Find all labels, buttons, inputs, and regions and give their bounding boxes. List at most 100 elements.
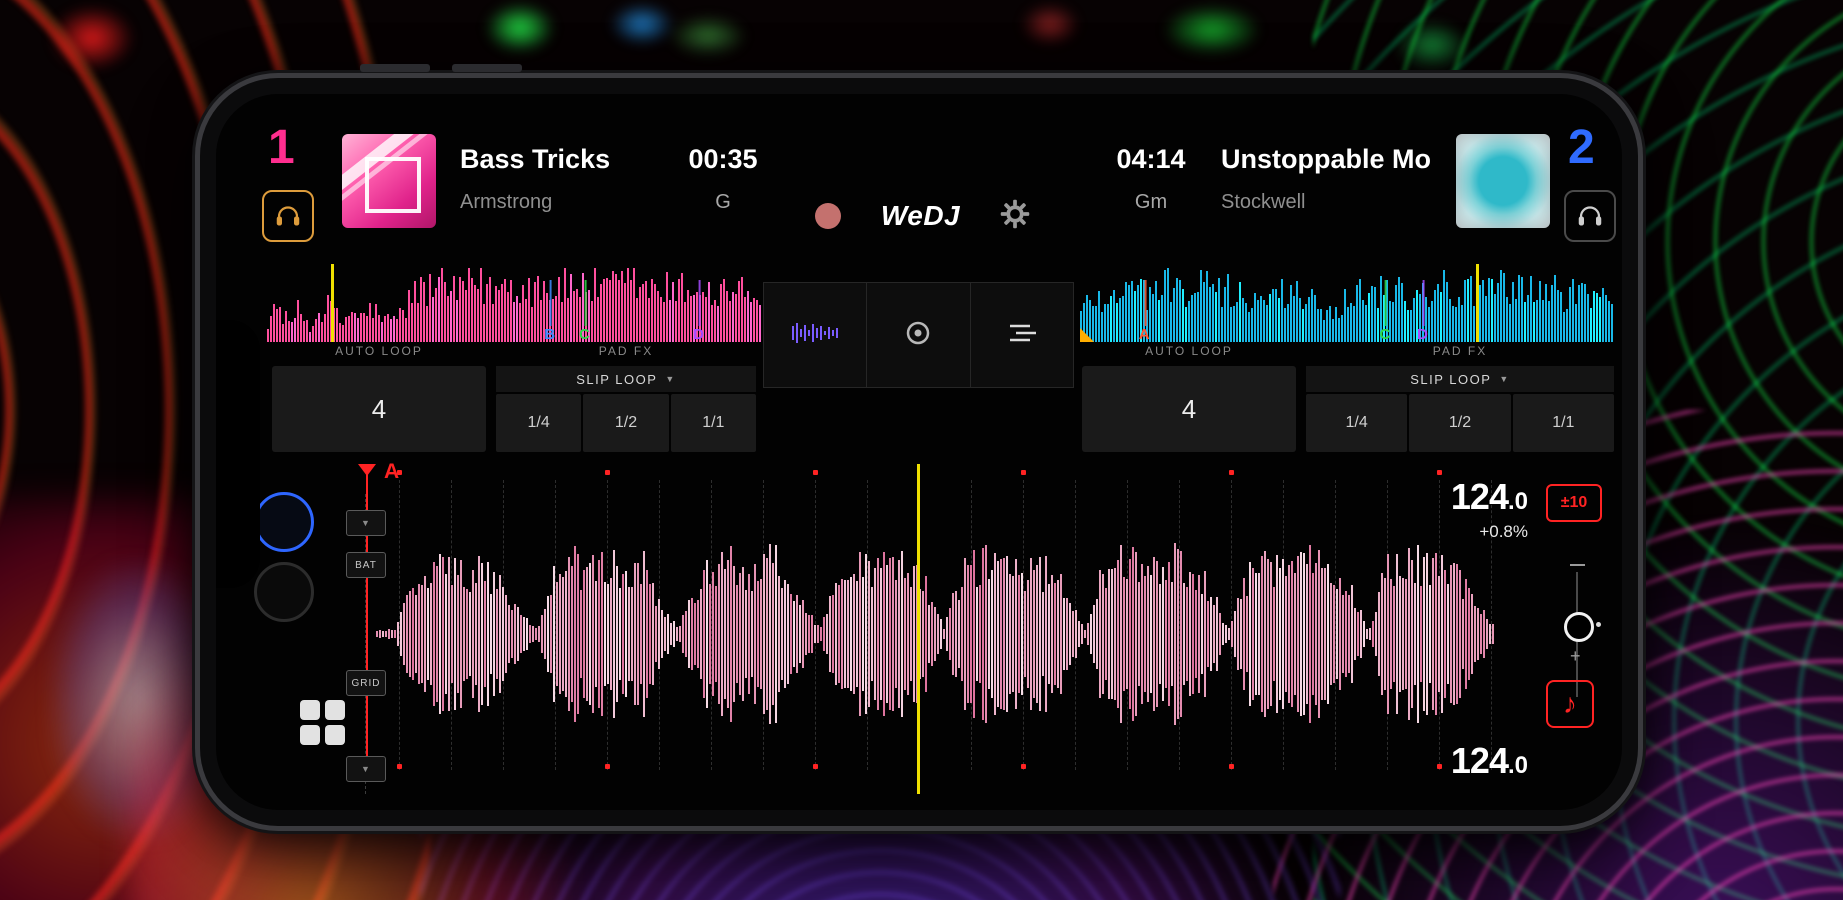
main-wave-bar bbox=[898, 559, 900, 709]
main-wave-bar bbox=[1129, 558, 1131, 710]
deck1-tempo-offset: +0.8% bbox=[1479, 522, 1528, 541]
deck2-slip-loop-selector[interactable]: SLIP LOOP ▼ bbox=[1306, 366, 1614, 392]
main-wave-bar bbox=[853, 573, 855, 695]
overview-wave-bar bbox=[1308, 296, 1310, 342]
deck2-headphone-monitor-button[interactable] bbox=[1564, 190, 1616, 242]
main-wave-bar bbox=[676, 627, 678, 641]
tempo-slider-handle[interactable] bbox=[1564, 612, 1594, 642]
overview-wave-bar bbox=[486, 283, 488, 342]
deck2-pad-fx-label: PAD FX bbox=[1432, 344, 1488, 358]
deck1-loop-quarter-button[interactable]: 1/4 bbox=[496, 394, 582, 452]
fx-filter-button[interactable] bbox=[866, 283, 969, 387]
overview-wave-bar bbox=[324, 314, 326, 342]
overview-wave-bar bbox=[1608, 300, 1610, 342]
main-wave-bar bbox=[559, 574, 561, 694]
deck2-loop-half-button[interactable]: 1/2 bbox=[1409, 394, 1511, 452]
main-wave-bar bbox=[1492, 623, 1494, 645]
overview-wave-bar bbox=[300, 313, 302, 342]
main-wave-bar bbox=[1435, 553, 1437, 715]
main-wave-bar bbox=[790, 593, 792, 675]
tempo-slider-plus-tick: + bbox=[1570, 646, 1581, 666]
main-wave-bar bbox=[1264, 550, 1266, 718]
overview-wave-bar bbox=[633, 268, 635, 342]
deck1-loop-one-button[interactable]: 1/1 bbox=[670, 394, 756, 452]
main-wave-bar bbox=[598, 560, 600, 708]
deck2-artist: Stockwell bbox=[1221, 191, 1306, 213]
overview-wave-bar bbox=[1215, 291, 1217, 342]
deck2-auto-loop-beats-button[interactable]: 4 bbox=[1082, 366, 1296, 452]
overview-wave-bar bbox=[1578, 285, 1580, 342]
deck2-loop-quarter-button[interactable]: 1/4 bbox=[1306, 394, 1408, 452]
fx-slip-button[interactable] bbox=[969, 283, 1073, 387]
overview-wave-bar bbox=[1185, 306, 1187, 342]
overview-wave-bar bbox=[1446, 282, 1448, 342]
main-wave-bar bbox=[1144, 576, 1146, 692]
record-button[interactable] bbox=[815, 203, 841, 229]
main-wave-bar bbox=[943, 628, 945, 640]
deck1-headphone-monitor-button[interactable] bbox=[262, 190, 314, 242]
main-wave-bar bbox=[1003, 558, 1005, 710]
hot-cue-marker-A[interactable]: A bbox=[1139, 280, 1150, 342]
browse-menu-button[interactable] bbox=[300, 700, 346, 746]
main-wave-bar bbox=[613, 550, 615, 718]
beat-marker-dot bbox=[1229, 764, 1234, 769]
deck1-overview-waveform[interactable]: BC D bbox=[267, 264, 763, 342]
hot-cue-marker-C[interactable]: C bbox=[1380, 280, 1390, 342]
deck2-bpm-display: 124.0 bbox=[1451, 740, 1528, 782]
beat-adjust-handle[interactable]: BAT bbox=[346, 552, 386, 578]
overview-wave-bar bbox=[1452, 306, 1454, 342]
deck2-bpm-int: 124 bbox=[1450, 740, 1509, 781]
overview-wave-bar bbox=[711, 304, 713, 342]
deck1-slip-loop-selector[interactable]: SLIP LOOP ▼ bbox=[496, 366, 756, 392]
overview-wave-bar bbox=[1269, 293, 1271, 342]
hot-cue-marker-B[interactable]: B bbox=[544, 280, 555, 342]
deck1-album-art[interactable] bbox=[342, 134, 436, 228]
overview-wave-bar bbox=[1512, 282, 1514, 342]
overview-wave-bar bbox=[732, 292, 734, 342]
fx-waveform-button[interactable] bbox=[764, 283, 866, 387]
deck1-loop-half-button[interactable]: 1/2 bbox=[583, 394, 669, 452]
filter-knob[interactable] bbox=[254, 492, 314, 552]
deck2-loop-one-button[interactable]: 1/1 bbox=[1512, 394, 1614, 452]
main-wave-bar bbox=[403, 602, 405, 666]
overview-wave-bar bbox=[1404, 300, 1406, 342]
overview-wave-bar bbox=[1398, 276, 1400, 342]
overview-wave-bar bbox=[1467, 278, 1469, 342]
album-art-square-motif bbox=[365, 157, 421, 213]
overview-wave-bar bbox=[753, 298, 755, 342]
overview-wave-bar bbox=[642, 283, 644, 342]
main-wave-bar bbox=[1102, 574, 1104, 694]
eq-knob[interactable] bbox=[254, 562, 314, 622]
overview-wave-bar bbox=[507, 291, 509, 342]
main-wave-bar bbox=[907, 572, 909, 696]
main-wave-bar bbox=[874, 567, 876, 701]
overview-wave-bar bbox=[705, 297, 707, 342]
tempo-range-button[interactable]: ±10 bbox=[1546, 484, 1602, 522]
deck1-main-waveform[interactable] bbox=[376, 539, 1496, 729]
main-wave-bar bbox=[697, 600, 699, 668]
deck2-overview-waveform[interactable]: A CD bbox=[1080, 264, 1615, 342]
hot-cue-marker-C[interactable]: C bbox=[579, 280, 590, 342]
overview-wave-bar bbox=[495, 286, 497, 342]
overview-wave-bar bbox=[1332, 318, 1334, 342]
overview-wave-bar bbox=[444, 281, 446, 342]
main-wave-bar bbox=[1096, 598, 1098, 670]
overview-wave-bar bbox=[1338, 318, 1340, 342]
overview-wave-bar bbox=[708, 281, 710, 342]
deck1-main-waveform-zone[interactable]: A bbox=[216, 460, 1622, 804]
settings-gear-icon[interactable] bbox=[1000, 199, 1030, 234]
overview-wave-bar bbox=[1392, 302, 1394, 342]
main-wave-bar bbox=[994, 553, 996, 715]
hot-cue-marker-D[interactable]: D bbox=[1417, 280, 1428, 342]
overview-wave-bar bbox=[438, 277, 440, 342]
hot-cue-marker-D[interactable]: D bbox=[693, 280, 704, 342]
cue-a-label: A bbox=[384, 460, 400, 483]
main-wave-bar bbox=[1372, 621, 1374, 647]
deck1-auto-loop-beats-button[interactable]: 4 bbox=[272, 366, 486, 452]
overview-wave-bar bbox=[1530, 276, 1532, 342]
beat-grid-tool[interactable]: ▼ BAT GRID ▼ bbox=[344, 494, 388, 794]
key-sync-button[interactable]: ♪ bbox=[1546, 680, 1594, 728]
grid-adjust-handle[interactable]: GRID bbox=[346, 670, 386, 696]
deck2-album-art[interactable] bbox=[1456, 134, 1550, 228]
main-wave-bar bbox=[1060, 574, 1062, 694]
